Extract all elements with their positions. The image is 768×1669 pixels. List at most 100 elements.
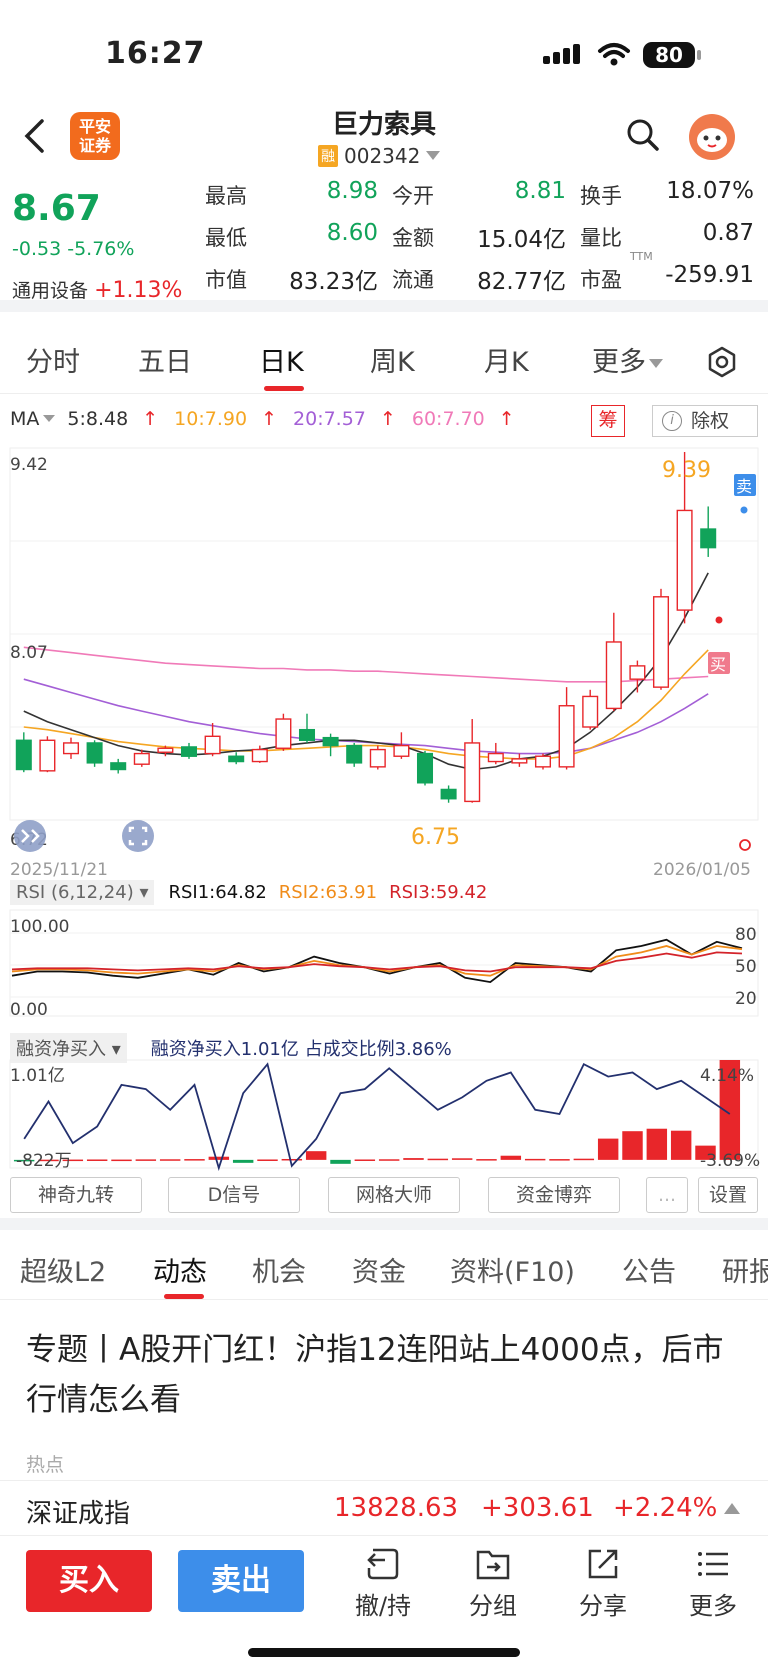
rsi-selector[interactable]: RSI (6,12,24) ▾ (10, 880, 155, 905)
tab-weekly-k[interactable]: 周K (370, 340, 415, 379)
pe-label: 市盈 (580, 268, 622, 292)
tab-announcement[interactable]: 公告 (622, 1250, 676, 1289)
active-tab-indicator (264, 386, 304, 391)
gear-icon[interactable] (706, 346, 738, 378)
search-icon[interactable] (626, 118, 660, 152)
sector-info[interactable]: 通用设备 +1.13% (12, 276, 182, 303)
financing-bar (451, 1158, 473, 1160)
tab-daily-k[interactable]: 日K (259, 340, 304, 379)
rsi-80-label: 80 (735, 925, 757, 945)
rsi-chart[interactable]: 100.00 0.00 80 50 20 (0, 908, 768, 1028)
chart-period-tabs: 分时 五日 日K 周K 月K 更多 (0, 312, 768, 394)
index-name: 深证成指 (26, 1499, 131, 1529)
expand-icon[interactable] (122, 820, 154, 852)
financing-bar (378, 1159, 400, 1161)
user-avatar[interactable] (689, 114, 735, 160)
candle-body (322, 736, 339, 747)
tab-intraday[interactable]: 分时 (26, 340, 80, 379)
candle-body (558, 705, 575, 768)
financing-chart[interactable]: 1.01亿 -822万 4.14% -3.69% (0, 1058, 768, 1172)
candle-body (487, 752, 504, 763)
tab-f10[interactable]: 资料(F10) (450, 1250, 575, 1289)
indicator-button-magic-nine[interactable]: 神奇九转 (10, 1177, 142, 1213)
candle-body (629, 665, 646, 680)
indicator-button-partial[interactable]: ... (646, 1177, 688, 1213)
settings-sun-icon[interactable] (739, 839, 751, 851)
ma60-value: 60:7.70 ↑ (411, 408, 515, 430)
group-button[interactable]: 分组 (448, 1546, 538, 1621)
index-change-pct: +2.24% (613, 1493, 718, 1523)
indicator-button-grid-master[interactable]: 网格大师 (328, 1177, 460, 1213)
expand-up-icon[interactable] (724, 1503, 740, 1514)
tab-more[interactable]: 更多 (592, 340, 663, 379)
indicator-button-capital-game[interactable]: 资金博弈 (488, 1177, 620, 1213)
buy-tag[interactable]: 买 (708, 652, 730, 674)
vol-ratio-label: 量比 (580, 226, 622, 250)
chip-distribution-button[interactable]: 筹 (591, 405, 625, 437)
ma5-value: 5:8.48 ↑ (67, 408, 159, 430)
financing-bar (670, 1130, 692, 1160)
candle-body (416, 752, 434, 784)
rsi3-value: RSI3:59.42 (389, 882, 488, 903)
float-value: 82.77亿 (477, 269, 566, 295)
stock-code-selector[interactable]: 融 002342 (318, 144, 441, 168)
indicator-settings-button[interactable]: 设置 (698, 1177, 758, 1213)
candle-body (251, 748, 268, 763)
candle-body (464, 742, 481, 803)
fin-y-min: -822万 (16, 1151, 72, 1171)
candle-body (204, 735, 221, 755)
open-value: 8.81 (514, 178, 566, 204)
candlestick-chart[interactable]: 9.42 8.07 6.72 9.39 6.75 卖 买 2025/11/21 … (0, 440, 768, 880)
candle-body (275, 718, 292, 749)
news-headline[interactable]: 专题丨A股开门红！沪指12连阳站上4000点，后市行情怎么看 (26, 1325, 726, 1425)
buy-button[interactable]: 买入 (26, 1550, 152, 1612)
candle-body (652, 596, 670, 688)
zoom-out-icon[interactable] (14, 820, 46, 852)
sell-tag[interactable]: 卖 (734, 474, 756, 496)
battery-tip (697, 50, 701, 60)
tab-opportunity[interactable]: 机会 (252, 1250, 306, 1289)
high-label: 最高 (205, 184, 247, 208)
rsi1-value: RSI1:64.82 (168, 882, 267, 903)
share-button[interactable]: 分享 (558, 1546, 648, 1621)
financing-bar (500, 1155, 522, 1160)
tab-monthly-k[interactable]: 月K (484, 340, 529, 379)
candle-body (346, 744, 363, 764)
indicator-button-d-signal[interactable]: D信号 (168, 1177, 300, 1213)
vol-ratio-value: 0.87 (702, 220, 754, 246)
tab-news[interactable]: 动态 (153, 1250, 207, 1289)
financing-bar (622, 1131, 643, 1160)
status-time: 16:27 (105, 36, 206, 71)
quote-panel: 8.67 -0.53 -5.76% 通用设备 +1.13% 最高 8.98 今开… (0, 176, 768, 303)
rsi-series-1 (11, 938, 743, 984)
float-label: 流通 (392, 268, 434, 292)
financing-bar (135, 1159, 157, 1161)
caret-down-icon (649, 358, 663, 368)
financing-bar (354, 1159, 376, 1161)
candle-body (534, 755, 552, 768)
financing-bar (646, 1128, 668, 1160)
index-ticker[interactable]: 深证成指 13828.63 +303.61 +2.24% (0, 1480, 768, 1536)
cancel-hold-button[interactable]: 撤/持 (338, 1546, 428, 1621)
financing-bar (597, 1138, 619, 1160)
battery-icon: 80 (643, 42, 695, 68)
tab-super-l2[interactable]: 超级L2 (20, 1250, 106, 1289)
last-price: 8.67 (12, 188, 101, 229)
open-label: 今开 (392, 184, 434, 208)
caret-down-icon (426, 151, 441, 160)
more-button[interactable]: 更多 (668, 1546, 758, 1621)
financing-bar (184, 1159, 205, 1161)
home-indicator (248, 1648, 520, 1657)
margin-badge: 融 (318, 145, 338, 167)
buy-marker (715, 616, 723, 624)
tab-five-day[interactable]: 五日 (138, 340, 192, 379)
ma-legend[interactable]: MA 5:8.48 ↑ 10:7.90 ↑ 20:7.57 ↑ 60:7.70 … (10, 408, 531, 430)
financing-bar (403, 1158, 424, 1160)
cancel-order-icon (367, 1548, 399, 1580)
info-tabs: 超级L2 动态 机会 资金 资料(F10) 公告 研报 (0, 1230, 768, 1300)
candle-body (440, 788, 457, 800)
tab-capital[interactable]: 资金 (352, 1250, 406, 1289)
y-max-label: 9.42 (10, 455, 48, 475)
tab-research[interactable]: 研报 (722, 1250, 768, 1289)
sell-button[interactable]: 卖出 (178, 1550, 304, 1612)
